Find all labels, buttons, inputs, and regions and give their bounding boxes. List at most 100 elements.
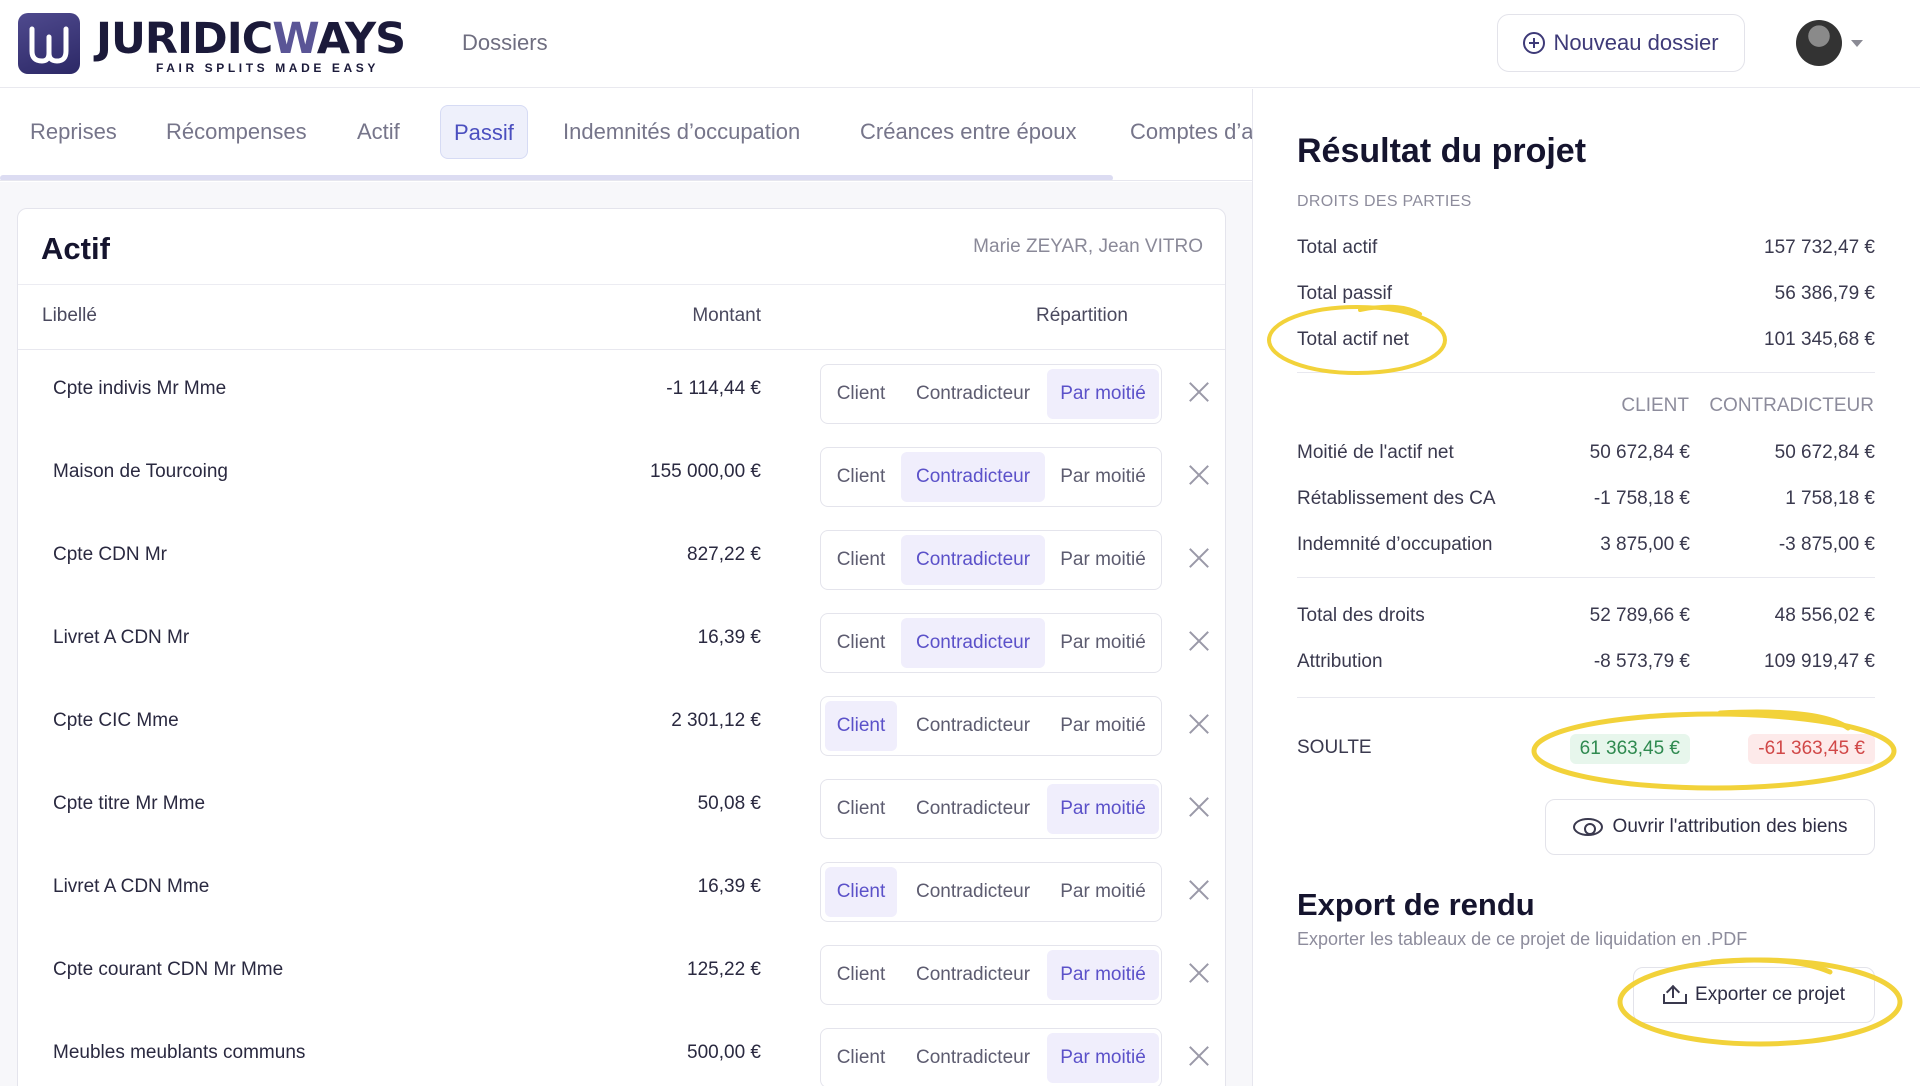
close-icon[interactable] [1186,877,1212,903]
split-option-client[interactable]: Client [825,452,897,502]
column-header-amount: Montant [692,305,761,326]
split-option-client[interactable]: Client [825,950,897,1000]
close-icon[interactable] [1186,711,1212,737]
plus-circle-icon [1523,32,1546,54]
split-option-moitie[interactable]: Par moitié [1047,535,1159,585]
total-droits-client: 52 789,66 € [1589,605,1690,626]
split-option-moitie[interactable]: Par moitié [1047,701,1159,751]
attribution-row: Attribution -8 573,79 € 109 919,47 € [1297,651,1875,675]
open-attribution-button[interactable]: Ouvrir l'attribution des biens [1545,799,1875,855]
split-option-contradicteur[interactable]: Contradicteur [901,1033,1045,1083]
divider [18,349,1225,350]
total-actif-net-label: Total actif net [1297,329,1409,350]
tab-recompenses[interactable]: Récompenses [166,105,307,159]
export-project-button[interactable]: Exporter ce projet [1633,967,1875,1023]
attribution-label: Attribution [1297,651,1383,672]
split-option-client[interactable]: Client [825,784,897,834]
table-row: Maison de Tourcoing 155 000,00 € Client Con… [18,435,1225,518]
close-icon[interactable] [1186,1043,1212,1069]
avatar[interactable] [1796,20,1842,66]
total-passif-row: Total passif 56 386,79 € [1297,283,1875,307]
tab-passif[interactable]: Passif [440,105,528,159]
close-icon[interactable] [1186,794,1212,820]
column-header-split: Répartition [1036,305,1128,326]
row-amount: 50,08 € [697,793,761,814]
moitie-client: 50 672,84 € [1589,442,1690,463]
split-option-contradicteur[interactable]: Contradicteur [901,452,1045,502]
divider [1297,372,1875,373]
split-option-contradicteur[interactable]: Contradicteur [901,618,1045,668]
logo-icon[interactable] [18,13,80,74]
split-option-moitie[interactable]: Par moitié [1047,369,1159,419]
total-droits-label: Total des droits [1297,605,1425,626]
split-option-moitie[interactable]: Par moitié [1047,618,1159,668]
split-selector: Client Contradicteur Par moitié [820,696,1162,756]
soulte-row: SOULTE 61 363,45 € -61 363,45 € [1297,734,1875,764]
split-selector: Client Contradicteur Par moitié [820,613,1162,673]
indemnite-row: Indemnité d’occupation 3 875,00 € -3 875… [1297,534,1875,558]
split-option-client[interactable]: Client [825,701,897,751]
table-row: Livret A CDN Mme 16,39 € Client Contradicte… [18,850,1225,933]
table-row: Cpte titre Mr Mme 50,08 € Client Contradict… [18,767,1225,850]
total-passif-label: Total passif [1297,283,1393,304]
asset-card: Actif Marie ZEYAR, Jean VITRO Libellé Mo… [17,208,1226,1086]
close-icon[interactable] [1186,379,1212,405]
eye-icon [1572,818,1603,836]
split-option-moitie[interactable]: Par moitié [1047,1033,1159,1083]
row-label: Livret A CDN Mme [53,876,210,897]
split-option-moitie[interactable]: Par moitié [1047,867,1159,917]
split-option-client[interactable]: Client [825,369,897,419]
table-row: Meubles meublants communs 500,00 € Client C… [18,1016,1225,1086]
row-label: Cpte CIC Mme [53,710,179,731]
split-option-moitie[interactable]: Par moitié [1047,452,1159,502]
new-folder-label: Nouveau dossier [1553,30,1719,55]
tab-comptes[interactable]: Comptes d’a [1130,105,1252,159]
table-row: Cpte indivis Mr Mme -1 114,44 € Client Cont… [18,352,1225,435]
row-amount: 16,39 € [697,627,761,648]
soulte-client-badge: 61 363,45 € [1569,734,1690,764]
total-actif-row: Total actif 157 732,47 € [1297,237,1875,261]
column-header-client: CLIENT [1621,395,1689,416]
table-row: Cpte courant CDN Mr Mme 125,22 € Client Con… [18,933,1225,1016]
indemnite-client: 3 875,00 € [1600,534,1690,555]
split-option-client[interactable]: Client [825,618,897,668]
chevron-down-icon[interactable] [1851,40,1863,47]
split-option-contradicteur[interactable]: Contradicteur [901,701,1045,751]
split-option-moitie[interactable]: Par moitié [1047,784,1159,834]
export-description: Exporter les tableaux de ce projet de li… [1297,929,1748,949]
split-option-client[interactable]: Client [825,535,897,585]
attribution-contradicteur: 109 919,47 € [1764,651,1875,672]
card-parties: Marie ZEYAR, Jean VITRO [973,236,1203,257]
open-attribution-label: Ouvrir l'attribution des biens [1612,816,1848,837]
close-icon[interactable] [1186,960,1212,986]
total-actif-net-value: 101 345,68 € [1764,329,1875,350]
split-option-moitie[interactable]: Par moitié [1047,950,1159,1000]
row-amount: -1 114,44 € [666,378,761,399]
tab-indemnites[interactable]: Indemnités d’occupation [563,105,800,159]
split-option-contradicteur[interactable]: Contradicteur [901,784,1045,834]
tab-creances[interactable]: Créances entre époux [860,105,1076,159]
divider [1297,697,1875,698]
split-option-contradicteur[interactable]: Contradicteur [901,867,1045,917]
tab-reprises[interactable]: Reprises [30,105,117,159]
nav-dossiers[interactable]: Dossiers [462,30,548,56]
row-amount: 2 301,12 € [671,710,761,731]
split-option-contradicteur[interactable]: Contradicteur [901,535,1045,585]
split-option-client[interactable]: Client [825,1033,897,1083]
split-option-contradicteur[interactable]: Contradicteur [901,950,1045,1000]
split-option-client[interactable]: Client [825,867,897,917]
row-amount: 827,22 € [687,544,761,565]
close-icon[interactable] [1186,545,1212,571]
result-subtitle: DROITS DES PARTIES [1297,193,1472,210]
close-icon[interactable] [1186,628,1212,654]
split-selector: Client Contradicteur Par moitié [820,945,1162,1005]
new-folder-button[interactable]: Nouveau dossier [1497,14,1745,72]
split-option-contradicteur[interactable]: Contradicteur [901,369,1045,419]
close-icon[interactable] [1186,462,1212,488]
moitie-contradicteur: 50 672,84 € [1774,442,1875,463]
section-tabs: Reprises Récompenses Actif Passif Indemn… [0,89,1252,181]
result-panel: Résultat du projet DROITS DES PARTIES To… [1252,89,1920,1086]
tab-actif[interactable]: Actif [357,105,400,159]
total-passif-value: 56 386,79 € [1774,283,1875,304]
brand-name: JURIDICWAYS [96,14,406,64]
